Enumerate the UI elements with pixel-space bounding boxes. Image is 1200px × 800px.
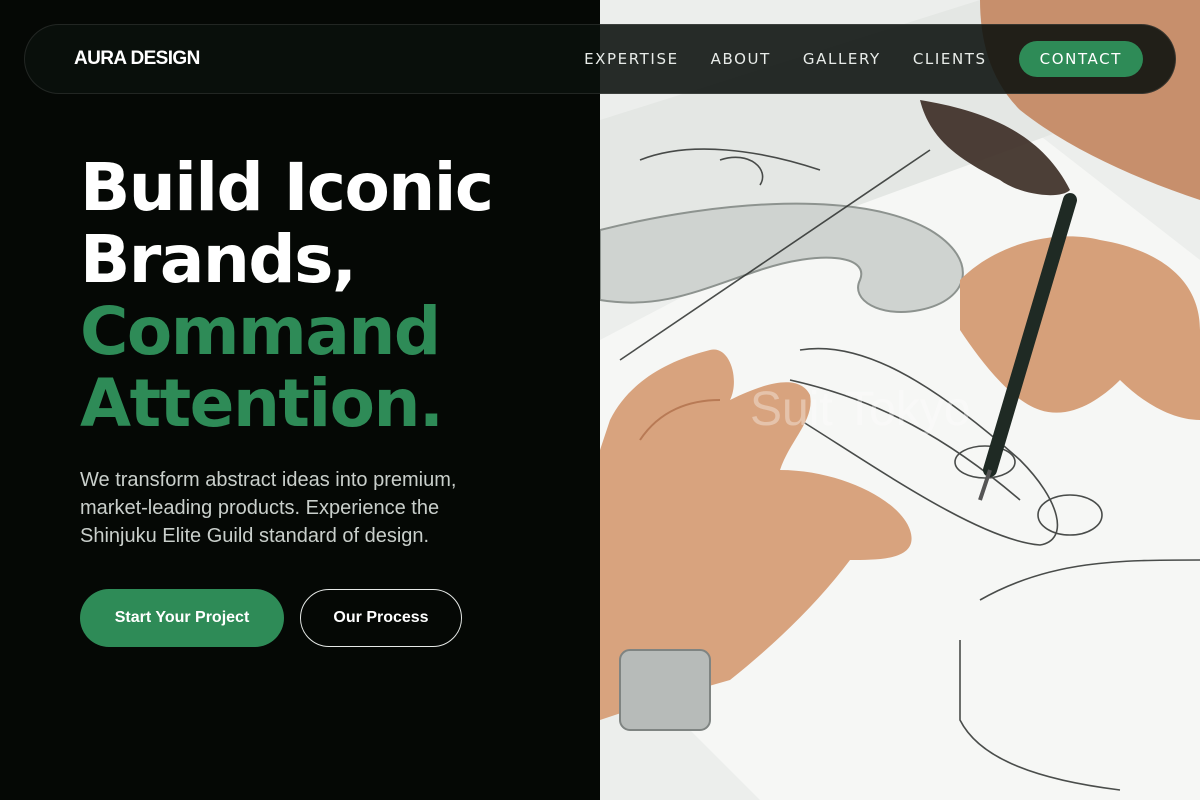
nav-link-clients[interactable]: CLIENTS bbox=[913, 50, 987, 68]
headline-accent-1: Command bbox=[80, 293, 441, 370]
headline-line-1: Build Iconic bbox=[80, 149, 494, 226]
navbar: AURA DESIGN EXPERTISE ABOUT GALLERY CLIE… bbox=[24, 24, 1176, 94]
hero-cta-group: Start Your Project Our Process bbox=[80, 589, 462, 647]
nav-link-expertise[interactable]: EXPERTISE bbox=[584, 50, 679, 68]
sketch-illustration: Suit Tokyo bbox=[600, 0, 1200, 800]
brand-logo[interactable]: AURA DESIGN bbox=[74, 48, 200, 70]
headline-accent-2: Attention. bbox=[80, 365, 444, 442]
hero-image-designer-sketching: Suit Tokyo bbox=[600, 0, 1200, 800]
nav-links: EXPERTISE ABOUT GALLERY CLIENTS CONTACT bbox=[584, 41, 1143, 77]
svg-text:Suit Tokyo: Suit Tokyo bbox=[750, 383, 971, 436]
hero-section: Build Iconic Brands, Command Attention. … bbox=[80, 152, 580, 550]
contact-button[interactable]: CONTACT bbox=[1018, 41, 1143, 77]
hero-headline: Build Iconic Brands, Command Attention. bbox=[80, 152, 580, 440]
start-project-button[interactable]: Start Your Project bbox=[80, 589, 284, 647]
our-process-button[interactable]: Our Process bbox=[300, 589, 462, 647]
headline-line-2: Brands, bbox=[80, 221, 357, 298]
hero-subtext: We transform abstract ideas into premium… bbox=[80, 469, 457, 547]
nav-link-gallery[interactable]: GALLERY bbox=[803, 50, 881, 68]
nav-link-about[interactable]: ABOUT bbox=[711, 50, 771, 68]
